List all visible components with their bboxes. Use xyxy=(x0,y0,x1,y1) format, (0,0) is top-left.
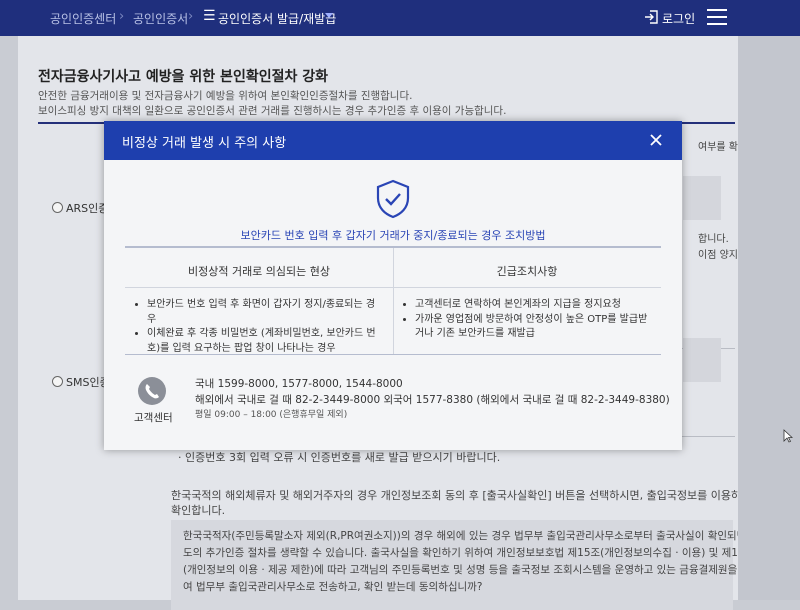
input-placeholder-box xyxy=(683,176,721,220)
modal-subtitle: 보안카드 번호 입력 후 갑자기 거래가 중지/종료되는 경우 조치방법 xyxy=(240,229,546,242)
overseas-paragraph: 확인합니다. xyxy=(171,504,226,517)
list-item: 이체완료 후 각종 비밀번호 (계좌비밀번호, 보안카드 번호)를 입력 요구하… xyxy=(147,327,383,356)
breadcrumb-current[interactable]: 공인인증서 발급/재발급 xyxy=(218,10,336,27)
breadcrumb-separator-icon: › xyxy=(188,9,194,24)
cutoff-text: 여부를 확 xyxy=(698,142,738,153)
consent-line: 한국국적자(주민등록말소자 제외(R,PR여권소지))의 경우 해외에 있는 경… xyxy=(183,530,760,542)
notice-bullet: · 인증번호 3회 입력 오류 시 인증번호를 새로 발급 받으시기 바랍니다. xyxy=(178,451,501,464)
list-item: 가까운 영업점에 방문하여 안정성이 높은 OTP를 발급받거나 기존 보안카드… xyxy=(415,313,651,342)
top-nav-bar: 공인인증센터 › 공인인증서 › ☰ 공인인증서 발급/재발급 로그인 xyxy=(0,0,800,36)
hamburger-menu-icon[interactable] xyxy=(707,9,727,25)
column-header-actions: 긴급조치사항 xyxy=(496,265,558,278)
support-hours: 평일 09:00 – 18:00 (은행휴무일 제외) xyxy=(195,410,348,420)
shield-check-icon xyxy=(376,179,410,219)
cutoff-text: 합니다. xyxy=(698,234,729,245)
page-side-margin xyxy=(738,36,800,600)
input-placeholder-box xyxy=(683,338,721,382)
ars-option-label[interactable]: ARS인증 xyxy=(66,200,108,216)
ars-radio[interactable] xyxy=(52,202,63,213)
page-description: 안전한 금융거래이용 및 전자금융사기 예방을 위하여 본인확인인증절차를 진행… xyxy=(38,90,413,102)
breadcrumb-certificate[interactable]: 공인인증서 xyxy=(133,10,188,27)
consent-line: 도의 추가인증 절차를 생략할 수 있습니다. 출국사실을 확인하기 위하여 개… xyxy=(183,547,755,559)
list-menu-icon[interactable]: ☰ xyxy=(203,8,216,24)
login-button[interactable]: 로그인 xyxy=(662,10,695,27)
modal-title: 비정상 거래 발생 시 주의 사항 xyxy=(122,136,287,151)
overseas-paragraph: 한국국적의 해외체류자 및 해외거주자의 경우 개인정보조회 동의 후 [출국사… xyxy=(171,489,800,502)
consent-line: (개인정보의 이용 · 제공 제한)에 따라 고객님의 주민등록번호 및 성명 … xyxy=(183,564,760,576)
close-icon[interactable] xyxy=(649,133,663,147)
symptoms-cell: 보안카드 번호 입력 후 화면이 갑자기 정지/종료되는 경우 이체완료 후 각… xyxy=(133,298,383,356)
sms-radio[interactable] xyxy=(52,376,63,387)
column-header-symptoms: 비정상적 거래로 의심되는 현상 xyxy=(187,265,331,278)
consent-line: 여 법무부 출입국관리사무소로 전송하고, 확인 받는데 동의하십니까? xyxy=(183,581,483,593)
chevron-down-icon[interactable] xyxy=(325,13,333,18)
breadcrumb-home[interactable]: 공인인증센터 xyxy=(50,10,116,27)
cutoff-text: 이점 양지 xyxy=(698,250,738,261)
support-center-label: 고객센터 xyxy=(134,412,173,424)
login-icon[interactable] xyxy=(644,10,658,24)
page-title: 전자금융사기사고 예방을 위한 본인확인절차 강화 xyxy=(38,69,328,85)
support-phone-overseas: 해외에서 국내로 걸 때 82-2-3449-8000 외국어 1577-838… xyxy=(195,394,670,406)
page-description: 보이스피싱 방지 대책의 일환으로 공인인증서 관련 거래를 진행하시는 경우 … xyxy=(38,105,507,117)
mouse-cursor-icon xyxy=(783,429,793,443)
phone-icon xyxy=(138,377,166,405)
consent-box: 한국국적자(주민등록말소자 제외(R,PR여권소지))의 경우 해외에 있는 경… xyxy=(171,520,760,610)
guidance-table: 비정상적 거래로 의심되는 현상 긴급조치사항 보안카드 번호 입력 후 화면이… xyxy=(125,246,661,358)
modal-header: 비정상 거래 발생 시 주의 사항 xyxy=(104,121,682,160)
list-item: 보안카드 번호 입력 후 화면이 갑자기 정지/종료되는 경우 xyxy=(147,298,383,327)
support-phone-domestic: 국내 1599-8000, 1577-8000, 1544-8000 xyxy=(195,378,403,390)
breadcrumb-separator-icon: › xyxy=(119,9,125,24)
notice-text: 인증번호 3회 입력 오류 시 인증번호를 새로 발급 받으시기 바랍니다. xyxy=(185,451,501,464)
warning-modal: 비정상 거래 발생 시 주의 사항 보안카드 번호 입력 후 갑자기 거래가 중… xyxy=(104,121,682,450)
actions-cell: 고객센터로 연락하여 본인계좌의 지급을 정지요청 가까운 영업점에 방문하여 … xyxy=(401,298,651,342)
list-item: 고객센터로 연락하여 본인계좌의 지급을 정지요청 xyxy=(415,298,651,313)
